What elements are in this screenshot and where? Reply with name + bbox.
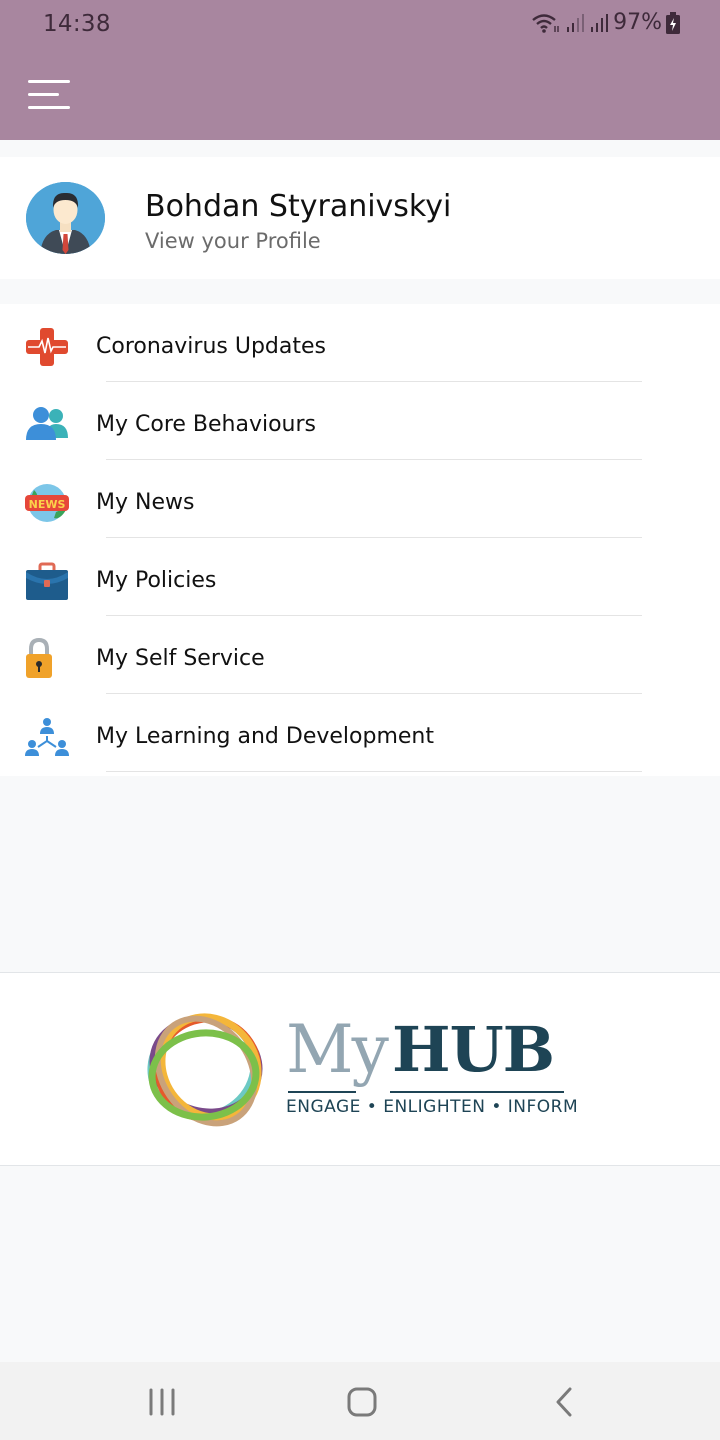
users-icon: [26, 407, 68, 440]
menu-item-my-news[interactable]: NEWS My News: [0, 460, 720, 538]
rings-logo-icon: [147, 1013, 263, 1127]
recents-icon[interactable]: [142, 1384, 182, 1420]
hamburger-line: [28, 106, 70, 109]
logo-my-text: My: [286, 1011, 389, 1088]
menu-item-label: My Self Service: [96, 646, 265, 671]
briefcase-icon: [26, 562, 68, 600]
logo-hub-text: HUB: [392, 1013, 555, 1086]
team-hierarchy-icon: [25, 718, 69, 756]
divider: [106, 771, 642, 772]
hamburger-menu-icon[interactable]: [28, 80, 70, 112]
menu-item-label: Coronavirus Updates: [96, 334, 326, 359]
app-bar: 14:38 97%: [0, 0, 720, 140]
home-icon[interactable]: [342, 1384, 382, 1420]
menu-item-coronavirus-updates[interactable]: Coronavirus Updates: [0, 304, 720, 382]
battery-charging-icon: [666, 11, 680, 34]
menu-item-label: My News: [96, 490, 195, 515]
status-icons: 97%: [531, 10, 680, 35]
menu-item-label: My Core Behaviours: [96, 412, 316, 437]
wifi-icon: [532, 13, 559, 33]
menu-item-learning-development[interactable]: My Learning and Development: [0, 694, 720, 772]
system-nav-bar: [0, 1362, 720, 1440]
medical-cross-icon: [26, 328, 68, 366]
news-globe-icon: NEWS: [25, 484, 69, 522]
logo-rule: [288, 1091, 356, 1093]
businessman-avatar-icon: [26, 182, 105, 254]
view-profile-link[interactable]: View your Profile: [145, 229, 321, 253]
profile-header[interactable]: Bohdan Styranivskyi View your Profile: [0, 157, 720, 279]
back-icon[interactable]: [544, 1384, 584, 1420]
menu-item-my-policies[interactable]: My Policies: [0, 538, 720, 616]
app-screen: 14:38 97% Bohdan Styranivskyi View your …: [0, 0, 720, 1440]
menu-item-self-service[interactable]: My Self Service: [0, 616, 720, 694]
battery-percent: 97%: [613, 10, 662, 35]
padlock-icon: [26, 638, 52, 678]
hamburger-line: [28, 93, 59, 96]
status-bar: 14:38 97%: [0, 0, 720, 52]
logo-tagline: ENGAGE • ENLIGHTEN • INFORM: [286, 1097, 579, 1117]
hamburger-line: [28, 80, 70, 83]
myhub-logo: My HUB ENGAGE • ENLIGHTEN • INFORM: [136, 1005, 579, 1135]
myhub-logo-band: My HUB ENGAGE • ENLIGHTEN • INFORM: [0, 972, 720, 1166]
drawer-menu: Coronavirus Updates My Core Behaviours N…: [0, 304, 720, 776]
signal-icon: [567, 13, 585, 32]
menu-item-core-behaviours[interactable]: My Core Behaviours: [0, 382, 720, 460]
svg-text:NEWS: NEWS: [29, 498, 66, 511]
menu-item-label: My Policies: [96, 568, 217, 593]
menu-item-label: My Learning and Development: [96, 724, 434, 749]
profile-name: Bohdan Styranivskyi: [145, 189, 452, 224]
status-time: 14:38: [43, 11, 111, 37]
logo-rule: [390, 1091, 564, 1093]
signal-icon: [591, 13, 609, 32]
